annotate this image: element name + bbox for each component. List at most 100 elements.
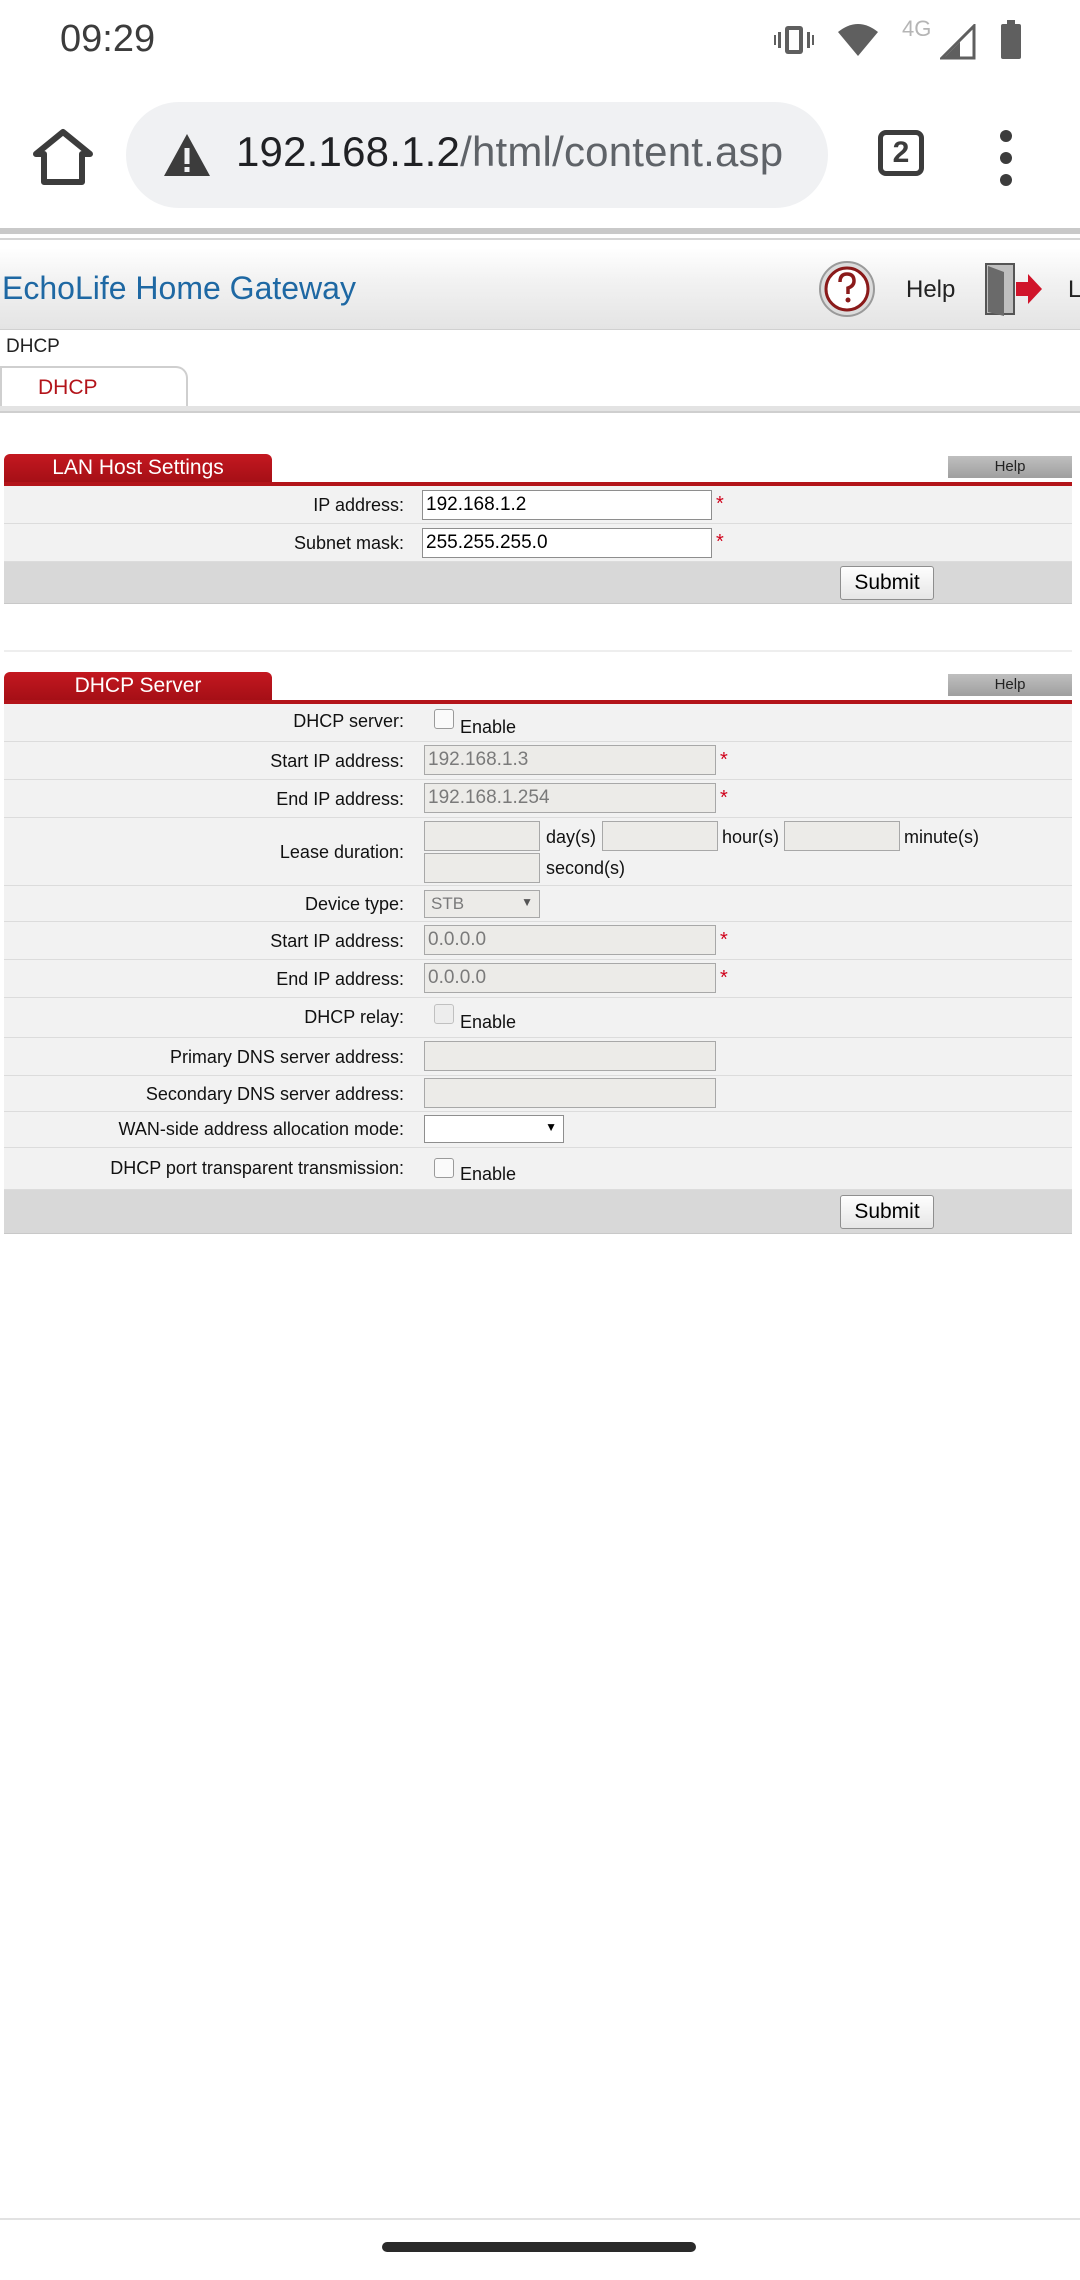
stb-start-ip-label: Start IP address: xyxy=(270,931,404,951)
url-text[interactable]: 192.168.1.2/html/content.asp xyxy=(236,128,783,176)
submit-row: Submit xyxy=(4,1190,1072,1234)
subnet-mask-input[interactable] xyxy=(422,528,712,558)
lease-days-input[interactable] xyxy=(424,821,540,851)
breadcrumb: DHCP xyxy=(6,336,60,357)
required-marker: * xyxy=(720,787,728,809)
section-title: LAN Host Settings xyxy=(4,454,272,482)
stb-start-ip-row: Start IP address: * xyxy=(4,922,1072,960)
lease-duration-row: Lease duration: day(s) hour(s) minute(s)… xyxy=(4,818,1072,886)
gateway-header: EchoLife Home Gateway Help L xyxy=(0,248,1080,330)
required-marker: * xyxy=(716,493,724,515)
tab-switcher-button[interactable]: 2 xyxy=(878,130,924,176)
network-type-label: 4G xyxy=(902,16,932,41)
primary-dns-input[interactable] xyxy=(424,1041,716,1071)
enable-label: Enable xyxy=(460,1012,517,1032)
ip-address-row: IP address: * xyxy=(4,486,1072,524)
start-ip-input[interactable] xyxy=(424,745,716,775)
start-ip-row: Start IP address: * xyxy=(4,742,1072,780)
wan-mode-label: WAN-side address allocation mode: xyxy=(118,1119,404,1139)
url-bar[interactable]: 192.168.1.2/html/content.asp xyxy=(126,102,828,208)
logout-link[interactable]: L xyxy=(1068,276,1080,304)
status-time: 09:29 xyxy=(60,18,156,60)
lease-hours-input[interactable] xyxy=(602,821,718,851)
stb-end-ip-input[interactable] xyxy=(424,963,716,993)
home-icon[interactable] xyxy=(30,124,96,190)
enable-label: Enable xyxy=(460,717,517,737)
dhcp-submit-button[interactable]: Submit xyxy=(840,1195,934,1229)
primary-dns-row: Primary DNS server address: xyxy=(4,1038,1072,1076)
dhcp-relay-row: DHCP relay: Enable xyxy=(4,998,1072,1038)
days-unit: day(s) xyxy=(546,827,597,847)
dhcp-server-label: DHCP server: xyxy=(293,711,404,731)
hours-unit: hour(s) xyxy=(722,827,780,847)
subnet-mask-label: Subnet mask: xyxy=(293,533,404,553)
lan-submit-button[interactable]: Submit xyxy=(840,566,934,600)
required-marker: * xyxy=(720,749,728,771)
cellular-signal-icon: 4G xyxy=(902,16,978,60)
dhcp-server-enable-checkbox[interactable] xyxy=(434,709,454,729)
secondary-dns-input[interactable] xyxy=(424,1078,716,1108)
gateway-title: EchoLife Home Gateway xyxy=(2,270,356,306)
wan-mode-select[interactable]: ▼ xyxy=(424,1115,564,1143)
divider xyxy=(0,411,1080,413)
gesture-handle[interactable] xyxy=(382,2242,696,2252)
secondary-dns-label: Secondary DNS server address: xyxy=(145,1084,404,1104)
end-ip-row: End IP address: * xyxy=(4,780,1072,818)
dropdown-arrow-icon: ▼ xyxy=(521,895,533,909)
device-type-label: Device type: xyxy=(304,894,404,914)
port-transparent-row: DHCP port transparent transmission: Enab… xyxy=(4,1148,1072,1190)
device-type-row: Device type: STB ▼ xyxy=(4,886,1072,922)
secondary-dns-row: Secondary DNS server address: xyxy=(4,1076,1072,1112)
dhcp-server-row: DHCP server: Enable xyxy=(4,704,1072,742)
minutes-unit: minute(s) xyxy=(904,827,980,847)
vibrate-icon xyxy=(774,26,814,54)
tab-dhcp[interactable]: DHCP xyxy=(0,366,188,408)
stb-start-ip-input[interactable] xyxy=(424,925,716,955)
status-bar: 09:29 4G xyxy=(0,0,1080,80)
end-ip-label: End IP address: xyxy=(276,789,404,809)
url-host: 192.168.1.2 xyxy=(236,128,461,175)
section-help-button[interactable]: Help xyxy=(948,674,1072,696)
enable-label: Enable xyxy=(460,1164,517,1184)
tab-label: DHCP xyxy=(38,376,98,399)
divider xyxy=(0,238,1080,240)
url-path: /html/content.asp xyxy=(460,128,784,175)
more-options-icon[interactable] xyxy=(996,128,1016,188)
submit-row: Submit xyxy=(4,562,1072,604)
wan-mode-row: WAN-side address allocation mode: ▼ xyxy=(4,1112,1072,1148)
section-title: DHCP Server xyxy=(4,672,272,700)
status-icons: 4G xyxy=(774,16,1022,62)
wifi-icon xyxy=(838,24,878,56)
start-ip-label: Start IP address: xyxy=(270,751,404,771)
required-marker: * xyxy=(720,929,728,951)
end-ip-input[interactable] xyxy=(424,783,716,813)
ip-address-label: IP address: xyxy=(313,495,404,515)
logout-icon[interactable] xyxy=(982,260,1044,318)
browser-toolbar: 192.168.1.2/html/content.asp 2 xyxy=(0,80,1080,230)
dhcp-relay-enable-checkbox[interactable] xyxy=(434,1004,454,1024)
divider xyxy=(4,650,1072,652)
device-type-value: STB xyxy=(431,894,465,913)
help-link[interactable]: Help xyxy=(906,276,955,304)
port-transparent-label: DHCP port transparent transmission: xyxy=(110,1158,404,1178)
port-transparent-enable-checkbox[interactable] xyxy=(434,1158,454,1178)
primary-dns-label: Primary DNS server address: xyxy=(169,1047,404,1067)
lease-minutes-input[interactable] xyxy=(784,821,900,851)
stb-end-ip-row: End IP address: * xyxy=(4,960,1072,998)
section-header: LAN Host Settings Help xyxy=(4,454,1072,486)
section-header: DHCP Server Help xyxy=(4,672,1072,704)
required-marker: * xyxy=(716,531,724,553)
device-type-select[interactable]: STB ▼ xyxy=(424,890,540,918)
lease-duration-label: Lease duration: xyxy=(279,842,404,862)
lease-seconds-input[interactable] xyxy=(424,853,540,883)
ip-address-input[interactable] xyxy=(422,490,712,520)
help-icon[interactable] xyxy=(818,260,876,318)
divider xyxy=(0,228,1080,234)
not-secure-warning-icon[interactable] xyxy=(162,132,212,178)
divider xyxy=(0,2218,1080,2220)
stb-end-ip-label: End IP address: xyxy=(276,969,404,989)
dropdown-arrow-icon: ▼ xyxy=(545,1120,557,1134)
seconds-unit: second(s) xyxy=(546,858,626,878)
required-marker: * xyxy=(720,967,728,989)
section-help-button[interactable]: Help xyxy=(948,456,1072,478)
